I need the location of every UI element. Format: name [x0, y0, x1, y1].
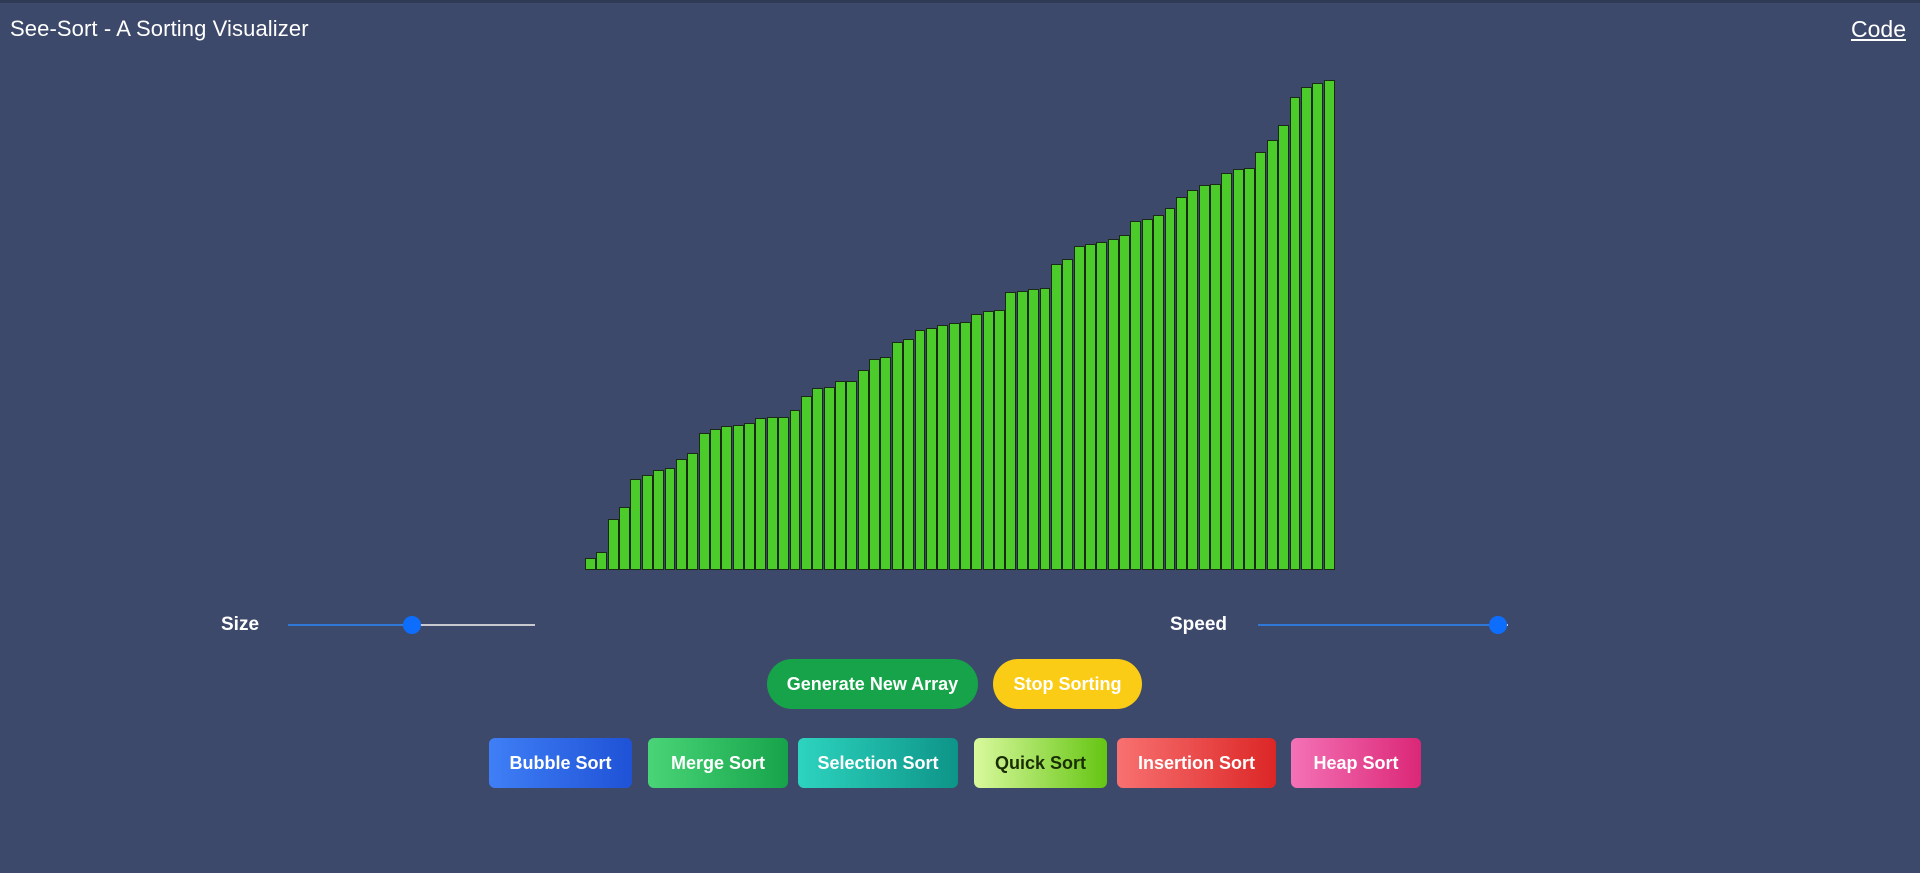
array-bar [1107, 238, 1119, 570]
array-bar [1255, 151, 1267, 570]
array-bar [903, 339, 915, 570]
array-bars [585, 80, 1335, 570]
array-bar [1153, 214, 1165, 570]
array-bar [1175, 197, 1187, 570]
quick-sort-button[interactable]: Quick Sort [974, 738, 1107, 788]
array-bar [1323, 80, 1335, 570]
array-bar [732, 425, 744, 570]
array-bar [1278, 124, 1290, 570]
heap-sort-button[interactable]: Heap Sort [1291, 738, 1421, 788]
array-bar [869, 359, 881, 570]
code-link[interactable]: Code [1851, 16, 1906, 43]
size-label: Size [221, 614, 260, 635]
array-bar [585, 557, 596, 570]
array-bar [596, 551, 608, 570]
array-bar [891, 342, 903, 570]
array-bar [1141, 218, 1153, 570]
array-bar [823, 386, 835, 570]
insertion-sort-button[interactable]: Insertion Sort [1117, 738, 1276, 788]
selection-sort-button[interactable]: Selection Sort [798, 738, 958, 788]
array-bar [619, 507, 631, 570]
array-bar [1164, 207, 1176, 570]
array-bar [1119, 234, 1131, 570]
array-bar [982, 310, 994, 570]
speed-slider-fill [1258, 624, 1498, 626]
array-bar [755, 418, 767, 570]
array-bar [1039, 287, 1051, 570]
array-bar [710, 429, 721, 570]
array-bar [675, 458, 687, 570]
app-title: See-Sort - A Sorting Visualizer [10, 16, 309, 41]
array-bar [1232, 169, 1244, 570]
array-bar [835, 380, 846, 570]
merge-sort-button[interactable]: Merge Sort [648, 738, 788, 788]
array-bar [846, 380, 858, 570]
array-bar [641, 474, 653, 570]
stop-sorting-button[interactable]: Stop Sorting [993, 659, 1142, 709]
size-slider-fill [288, 624, 412, 626]
array-bar [948, 322, 960, 570]
array-bar [664, 467, 676, 570]
array-bar [789, 410, 801, 570]
bubble-sort-button[interactable]: Bubble Sort [489, 738, 632, 788]
array-bar [687, 452, 699, 570]
array-bar [630, 478, 642, 570]
array-bar [937, 325, 949, 570]
array-bar [1187, 190, 1199, 570]
array-bar [1028, 288, 1040, 570]
generate-array-button[interactable]: Generate New Array [767, 659, 978, 709]
array-bar [1300, 87, 1312, 570]
array-bar [800, 395, 812, 570]
array-bar [1050, 264, 1062, 570]
array-bar [1073, 246, 1085, 570]
array-bar [1085, 244, 1096, 570]
array-bar [914, 330, 926, 570]
array-bar [766, 417, 778, 570]
array-bar [1244, 168, 1256, 570]
speed-slider[interactable] [1258, 615, 1508, 635]
array-bar [1221, 173, 1233, 570]
array-bar [880, 357, 892, 570]
array-bar [653, 469, 665, 570]
size-slider[interactable] [288, 615, 535, 635]
array-bar [721, 426, 733, 570]
array-bar [857, 369, 869, 570]
array-bar [1005, 291, 1017, 570]
array-bar [1266, 139, 1278, 570]
array-bar [960, 321, 971, 570]
array-bar [698, 433, 710, 570]
array-bar [971, 313, 983, 570]
array-bar [925, 328, 937, 570]
array-bar [1210, 184, 1221, 570]
speed-label: Speed [1170, 614, 1228, 635]
array-bar [1198, 185, 1210, 570]
array-bar [1312, 83, 1324, 570]
size-slider-thumb[interactable] [402, 616, 421, 634]
array-bar [1062, 259, 1074, 570]
array-bar [744, 423, 756, 570]
array-bar [1096, 241, 1108, 570]
array-bar [994, 309, 1006, 570]
top-border [0, 0, 1920, 3]
array-bar [607, 519, 619, 570]
array-bar [1016, 290, 1028, 570]
array-bar [1289, 97, 1301, 570]
array-bar [778, 417, 790, 570]
array-bar [812, 387, 824, 570]
speed-slider-thumb[interactable] [1489, 616, 1507, 634]
array-bar [1130, 220, 1142, 570]
